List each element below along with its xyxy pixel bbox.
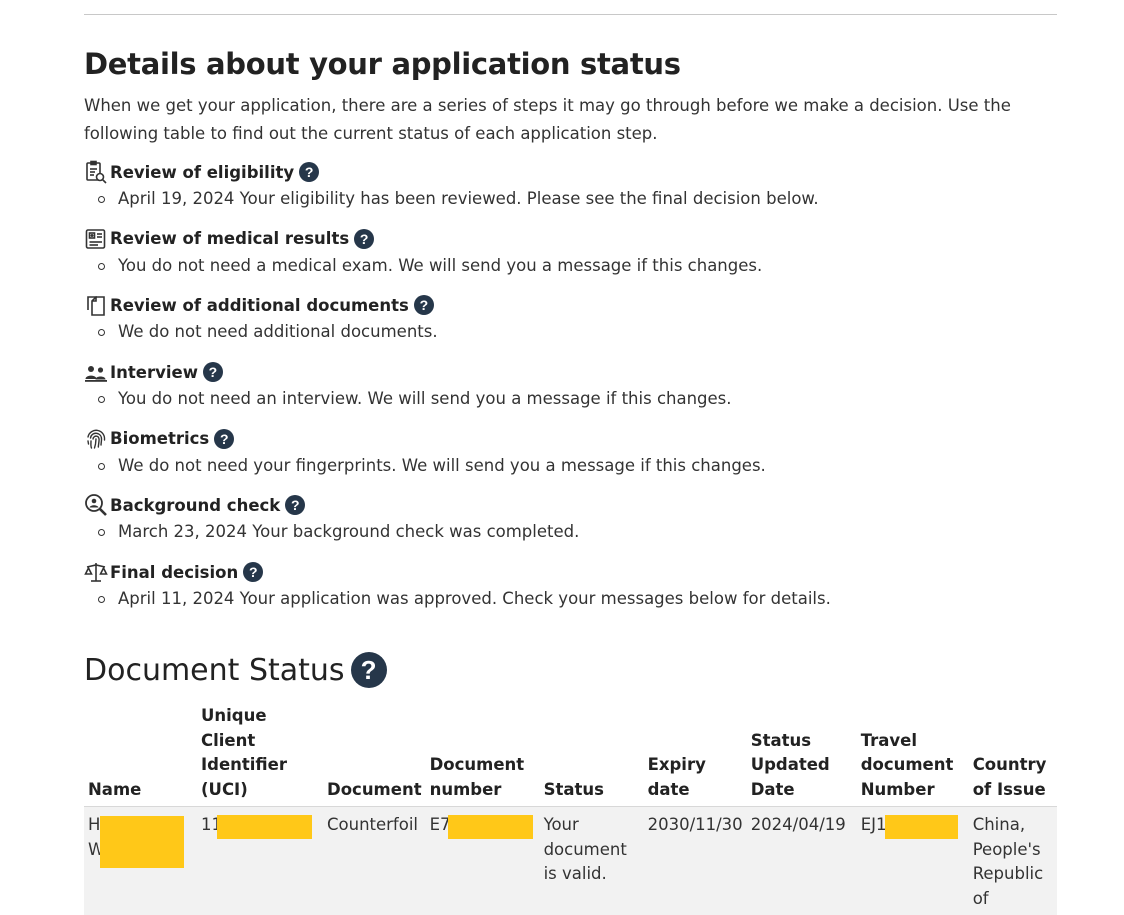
- cell-status: Your document is valid.: [540, 807, 644, 915]
- step-title: Background check: [110, 496, 280, 515]
- column-header-name: Name: [84, 704, 197, 807]
- step-detail: You do not need a medical exam. We will …: [84, 253, 1064, 279]
- help-icon[interactable]: ?: [351, 652, 387, 688]
- document-status-heading: Document Status ?: [84, 652, 387, 688]
- column-header-document-number: Document number: [426, 704, 540, 807]
- step-detail: March 23, 2024 Your background check was…: [84, 519, 1064, 545]
- column-header-status: Status: [540, 704, 644, 807]
- help-icon[interactable]: ?: [243, 562, 263, 582]
- step-medical: Review of medical results ? You do not n…: [84, 225, 1064, 292]
- step-biometrics: Biometrics ? We do not need your fingerp…: [84, 425, 1064, 492]
- intro-text: When we get your application, there are …: [84, 92, 1059, 148]
- step-final-decision: Final decision ? April 11, 2024 Your app…: [84, 558, 1064, 625]
- cell-status-updated-date: 2024/04/19: [747, 807, 857, 915]
- redacted-travel-document-number: EJ1: [861, 813, 887, 838]
- cell-document-number: E7: [426, 807, 540, 915]
- document-status-title: Document Status: [84, 653, 345, 688]
- step-detail: April 11, 2024 Your application was appr…: [84, 586, 1064, 612]
- cell-document: Counterfoil: [323, 807, 426, 915]
- search-person-icon: [84, 493, 110, 517]
- step-background-check: Background check ? March 23, 2024 Your b…: [84, 491, 1064, 558]
- step-title: Final decision: [110, 563, 238, 582]
- step-detail: You do not need an interview. We will se…: [84, 386, 1064, 412]
- step-title: Review of eligibility: [110, 163, 294, 182]
- people-icon: [84, 360, 110, 384]
- help-icon[interactable]: ?: [299, 162, 319, 182]
- fingerprint-icon: [84, 427, 110, 451]
- cell-name: H W: [84, 807, 197, 915]
- help-icon[interactable]: ?: [414, 295, 434, 315]
- step-title: Review of medical results: [110, 229, 349, 248]
- redaction-block: [448, 815, 533, 839]
- step-detail: April 19, 2024 Your eligibility has been…: [84, 186, 1064, 212]
- help-icon[interactable]: ?: [354, 229, 374, 249]
- table-header-row: Name Unique Client Identifier (UCI) Docu…: [84, 704, 1057, 807]
- section-title: Details about your application status: [84, 47, 681, 81]
- step-detail: We do not need additional documents.: [84, 319, 1064, 345]
- travel-document-value: EJ1: [861, 815, 887, 834]
- column-header-expiry-date: Expiry date: [644, 704, 747, 807]
- redacted-document-number: E7: [430, 813, 451, 838]
- medical-clipboard-icon: [84, 227, 110, 251]
- help-icon[interactable]: ?: [203, 362, 223, 382]
- step-title: Review of additional documents: [110, 296, 409, 315]
- table-row: H W 11 Counterfoil E7: [84, 807, 1057, 915]
- name-line-1: H: [88, 815, 100, 834]
- scales-icon: [84, 560, 110, 584]
- step-title: Interview: [110, 363, 198, 382]
- column-header-travel-document-number: Travel document Number: [857, 704, 969, 807]
- application-status-page: Details about your application status Wh…: [0, 0, 1124, 905]
- redaction-block: [217, 815, 312, 839]
- redaction-block: [885, 815, 958, 839]
- step-title: Biometrics: [110, 429, 209, 448]
- step-detail: We do not need your fingerprints. We wil…: [84, 453, 1064, 479]
- column-header-status-updated-date: Status Updated Date: [747, 704, 857, 807]
- redacted-uci: 11: [201, 813, 222, 838]
- help-icon[interactable]: ?: [285, 495, 305, 515]
- cell-uci: 11: [197, 807, 323, 915]
- column-header-document: Document: [323, 704, 426, 807]
- cell-expiry-date: 2030/11/30: [644, 807, 747, 915]
- cell-country-of-issue: China, People's Republic of: [969, 807, 1057, 915]
- redaction-block: [100, 816, 184, 868]
- documents-icon: [84, 293, 110, 317]
- step-eligibility: Review of eligibility ? April 19, 2024 Y…: [84, 158, 1064, 225]
- step-interview: Interview ? You do not need an interview…: [84, 358, 1064, 425]
- steps-list: Review of eligibility ? April 19, 2024 Y…: [84, 158, 1064, 625]
- help-icon[interactable]: ?: [214, 429, 234, 449]
- column-header-country-of-issue: Country of Issue: [969, 704, 1057, 807]
- document-status-table: Name Unique Client Identifier (UCI) Docu…: [84, 704, 1057, 915]
- top-divider: [84, 14, 1057, 15]
- redacted-name: H W: [88, 813, 104, 862]
- column-header-uci: Unique Client Identifier (UCI): [197, 704, 323, 807]
- clipboard-search-icon: [84, 160, 110, 184]
- step-additional-documents: Review of additional documents ? We do n…: [84, 291, 1064, 358]
- cell-travel-document-number: EJ1: [857, 807, 969, 915]
